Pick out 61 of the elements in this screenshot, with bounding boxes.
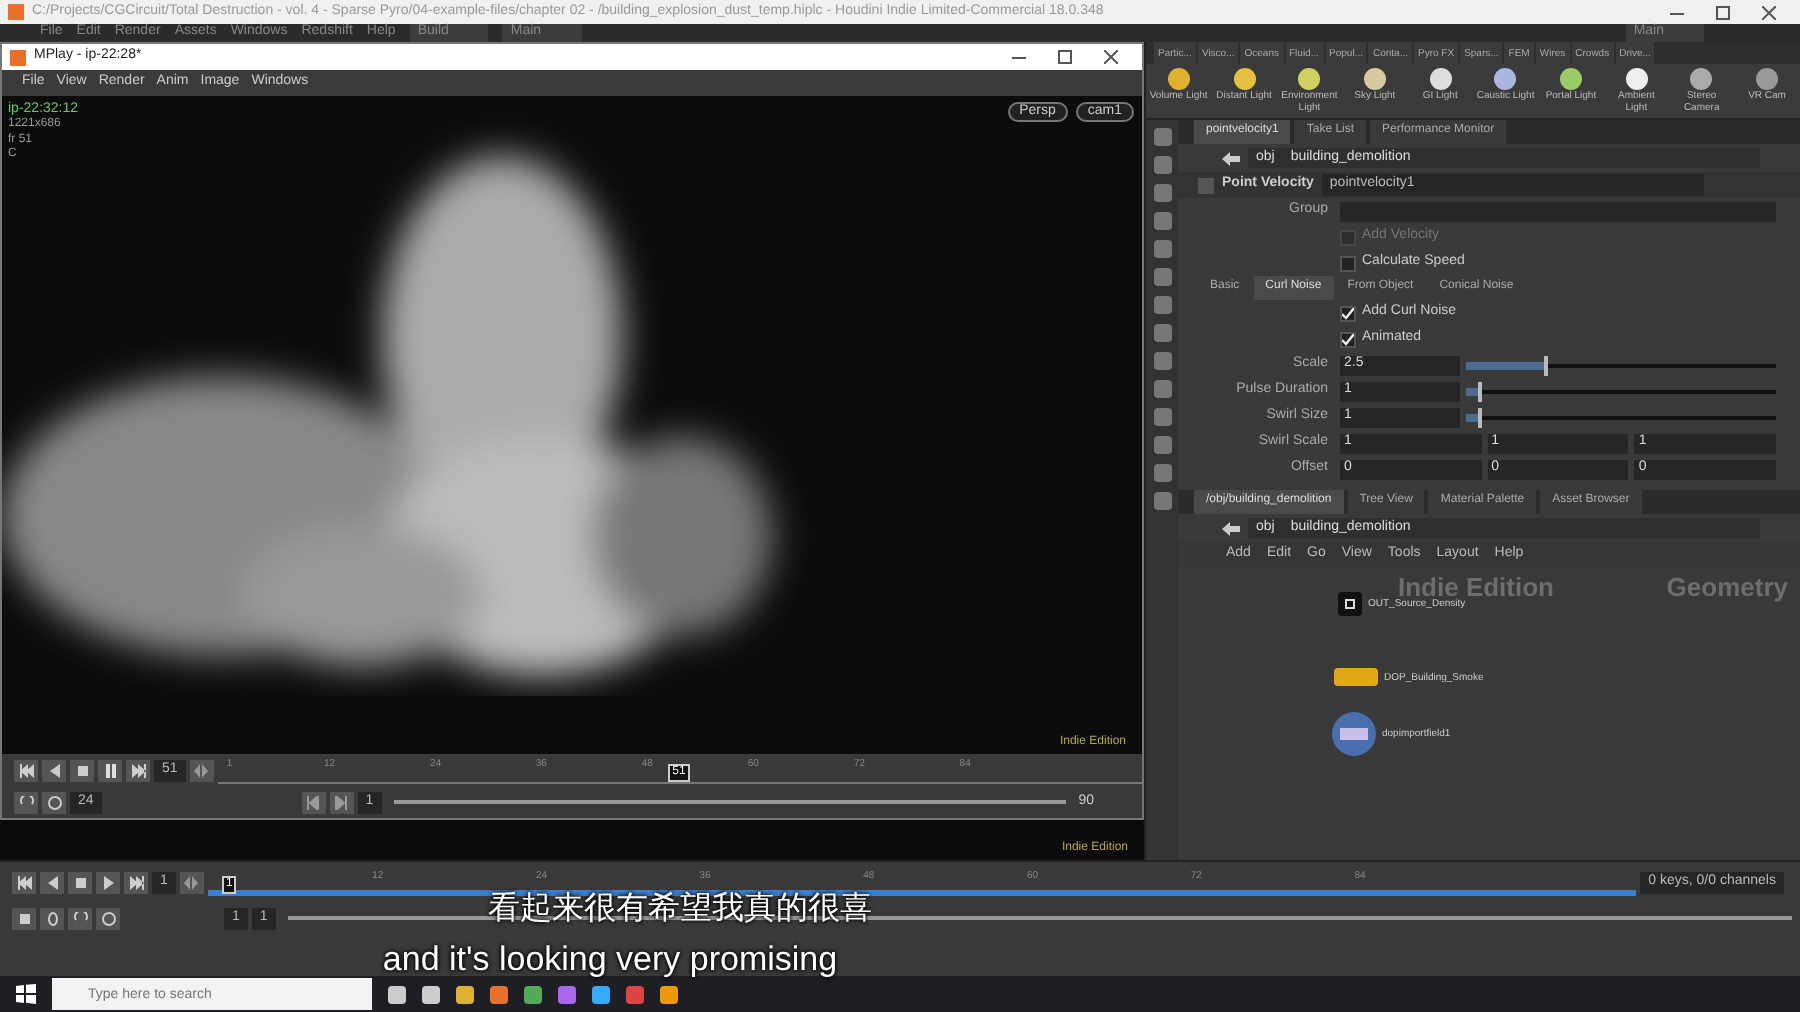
- back-arrow-icon: [1222, 151, 1240, 165]
- node-icon[interactable]: [1332, 712, 1376, 756]
- first-frame-button[interactable]: [14, 759, 38, 781]
- range-end-button[interactable]: [329, 791, 354, 813]
- loop-icon: [73, 911, 87, 925]
- realtime-button[interactable]: [96, 907, 120, 929]
- step-icon: [194, 763, 209, 777]
- pause-button[interactable]: [98, 759, 122, 781]
- keys-icon: [17, 911, 31, 925]
- audio-icon: [45, 911, 59, 925]
- houdini-logo-icon: [8, 4, 24, 20]
- range-start-icon: [306, 795, 321, 809]
- checkbox[interactable]: [1340, 305, 1356, 321]
- realtime-button[interactable]: [42, 791, 66, 813]
- houdini-logo-icon: [10, 49, 26, 65]
- keys-button[interactable]: [12, 907, 36, 929]
- last-frame-icon: [131, 763, 145, 777]
- range-start-button[interactable]: [301, 791, 326, 813]
- maximize-icon[interactable]: [1058, 50, 1072, 64]
- maximize-icon[interactable]: [1716, 5, 1730, 19]
- last-frame-button[interactable]: [124, 871, 148, 893]
- last-frame-button[interactable]: [126, 759, 150, 781]
- realtime-icon: [101, 911, 115, 925]
- node-icon[interactable]: [1334, 668, 1378, 686]
- node-icon[interactable]: [1338, 592, 1362, 616]
- play-button[interactable]: [96, 871, 120, 893]
- last-frame-icon: [129, 875, 143, 889]
- audio-button[interactable]: [40, 907, 64, 929]
- first-frame-button[interactable]: [12, 871, 36, 893]
- play-backward-icon: [45, 875, 59, 889]
- slider-thumb[interactable]: [1543, 355, 1548, 375]
- play-backward-button[interactable]: [40, 871, 64, 893]
- step-icon: [184, 875, 199, 889]
- close-icon[interactable]: [1762, 5, 1776, 19]
- loop-button[interactable]: [68, 907, 92, 929]
- windows-start-icon[interactable]: [16, 984, 36, 1004]
- step-button[interactable]: [189, 759, 214, 781]
- stop-button[interactable]: [70, 759, 94, 781]
- play-backward-icon: [47, 763, 61, 777]
- range-end-icon: [334, 795, 349, 809]
- stop-icon: [73, 875, 87, 889]
- back-arrow-icon: [1222, 521, 1240, 535]
- realtime-icon: [47, 795, 61, 809]
- play-icon: [101, 875, 115, 889]
- pause-icon: [103, 763, 117, 777]
- node-icon: [1198, 177, 1214, 193]
- subtitle-text: and it's looking very promising: [382, 942, 838, 980]
- stop-icon: [75, 763, 89, 777]
- checkbox[interactable]: [1340, 255, 1356, 271]
- loop-icon: [19, 795, 33, 809]
- close-icon[interactable]: [1104, 50, 1118, 64]
- first-frame-icon: [19, 763, 33, 777]
- first-frame-icon: [17, 875, 31, 889]
- slider-thumb[interactable]: [1478, 381, 1483, 401]
- slider-thumb[interactable]: [1478, 407, 1483, 427]
- checkbox[interactable]: [1340, 331, 1356, 347]
- subtitle-text: 看起来很有希望我真的很喜: [488, 892, 872, 928]
- step-button[interactable]: [179, 871, 204, 893]
- stop-button[interactable]: [68, 871, 92, 893]
- play-backward-button[interactable]: [42, 759, 66, 781]
- loop-button[interactable]: [14, 791, 38, 813]
